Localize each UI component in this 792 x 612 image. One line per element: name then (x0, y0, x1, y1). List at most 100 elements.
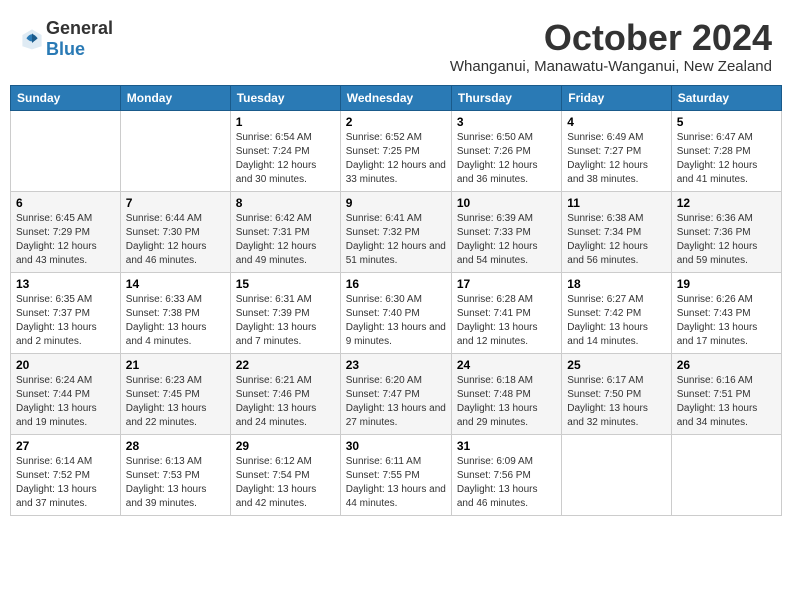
day-number: 17 (457, 277, 556, 291)
day-number: 18 (567, 277, 665, 291)
day-number: 27 (16, 439, 115, 453)
day-number: 2 (346, 115, 446, 129)
day-info: Sunrise: 6:49 AM Sunset: 7:27 PM Dayligh… (567, 131, 665, 187)
day-info: Sunrise: 6:35 AM Sunset: 7:37 PM Dayligh… (16, 293, 115, 349)
calendar-cell: 7Sunrise: 6:44 AM Sunset: 7:30 PM Daylig… (120, 191, 230, 272)
day-info: Sunrise: 6:17 AM Sunset: 7:50 PM Dayligh… (567, 374, 665, 430)
calendar-cell: 13Sunrise: 6:35 AM Sunset: 7:37 PM Dayli… (11, 272, 121, 353)
calendar-cell: 19Sunrise: 6:26 AM Sunset: 7:43 PM Dayli… (671, 272, 781, 353)
day-number: 15 (236, 277, 335, 291)
day-info: Sunrise: 6:27 AM Sunset: 7:42 PM Dayligh… (567, 293, 665, 349)
calendar-cell: 31 Sunrise: 6:09 AM Sunset: 7:56 PM Dayli… (451, 434, 561, 515)
day-info: Sunrise: 6:16 AM Sunset: 7:51 PM Dayligh… (677, 374, 776, 430)
calendar-cell (120, 110, 230, 191)
header: General Blue October 2024 Whanganui, Man… (10, 10, 782, 79)
day-number: 21 (126, 358, 225, 372)
day-number: 12 (677, 196, 776, 210)
day-info: Sunrise: 6:33 AM Sunset: 7:38 PM Dayligh… (126, 293, 225, 349)
calendar-cell (671, 434, 781, 515)
day-number: 9 (346, 196, 446, 210)
weekday-header-tuesday: Tuesday (230, 85, 340, 110)
day-number: 25 (567, 358, 665, 372)
calendar-cell: 20 Sunrise: 6:24 AM Sunset: 7:44 PM Dayli… (11, 353, 121, 434)
week-row-1: 1Sunrise: 6:54 AM Sunset: 7:24 PM Daylig… (11, 110, 782, 191)
day-info: Sunrise: 6:09 AM Sunset: 7:56 PM Dayligh… (457, 455, 556, 511)
week-row-2: 6Sunrise: 6:45 AM Sunset: 7:29 PM Daylig… (11, 191, 782, 272)
day-info: Sunrise: 6:30 AM Sunset: 7:40 PM Dayligh… (346, 293, 446, 349)
calendar-cell: 18 Sunrise: 6:27 AM Sunset: 7:42 PM Dayli… (562, 272, 671, 353)
title-area: October 2024 Whanganui, Manawatu-Wanganu… (450, 18, 772, 75)
calendar-cell: 25 Sunrise: 6:17 AM Sunset: 7:50 PM Dayli… (562, 353, 671, 434)
calendar-cell: 23 Sunrise: 6:20 AM Sunset: 7:47 PM Dayli… (340, 353, 451, 434)
logo: General Blue (20, 18, 113, 60)
day-number: 31 (457, 439, 556, 453)
logo-blue-text: Blue (46, 39, 85, 59)
day-number: 23 (346, 358, 446, 372)
calendar-cell (11, 110, 121, 191)
day-info: Sunrise: 6:54 AM Sunset: 7:24 PM Dayligh… (236, 131, 335, 187)
day-info: Sunrise: 6:13 AM Sunset: 7:53 PM Dayligh… (126, 455, 225, 511)
calendar-cell: 10 Sunrise: 6:39 AM Sunset: 7:33 PM Dayli… (451, 191, 561, 272)
weekday-header-thursday: Thursday (451, 85, 561, 110)
day-info: Sunrise: 6:23 AM Sunset: 7:45 PM Dayligh… (126, 374, 225, 430)
calendar-cell (562, 434, 671, 515)
day-number: 10 (457, 196, 556, 210)
day-number: 16 (346, 277, 446, 291)
calendar-cell: 12 Sunrise: 6:36 AM Sunset: 7:36 PM Dayli… (671, 191, 781, 272)
calendar-cell: 17 Sunrise: 6:28 AM Sunset: 7:41 PM Dayli… (451, 272, 561, 353)
calendar-cell: 15 Sunrise: 6:31 AM Sunset: 7:39 PM Dayli… (230, 272, 340, 353)
day-info: Sunrise: 6:21 AM Sunset: 7:46 PM Dayligh… (236, 374, 335, 430)
calendar-cell: 29Sunrise: 6:12 AM Sunset: 7:54 PM Dayli… (230, 434, 340, 515)
weekday-header-wednesday: Wednesday (340, 85, 451, 110)
day-info: Sunrise: 6:47 AM Sunset: 7:28 PM Dayligh… (677, 131, 776, 187)
weekday-header-friday: Friday (562, 85, 671, 110)
day-info: Sunrise: 6:11 AM Sunset: 7:55 PM Dayligh… (346, 455, 446, 511)
month-title: October 2024 (450, 18, 772, 58)
day-info: Sunrise: 6:20 AM Sunset: 7:47 PM Dayligh… (346, 374, 446, 430)
day-info: Sunrise: 6:24 AM Sunset: 7:44 PM Dayligh… (16, 374, 115, 430)
weekday-header-saturday: Saturday (671, 85, 781, 110)
day-number: 20 (16, 358, 115, 372)
day-info: Sunrise: 6:41 AM Sunset: 7:32 PM Dayligh… (346, 212, 446, 268)
calendar-cell: 24Sunrise: 6:18 AM Sunset: 7:48 PM Dayli… (451, 353, 561, 434)
day-number: 6 (16, 196, 115, 210)
week-row-4: 20 Sunrise: 6:24 AM Sunset: 7:44 PM Dayli… (11, 353, 782, 434)
calendar-cell: 14 Sunrise: 6:33 AM Sunset: 7:38 PM Dayli… (120, 272, 230, 353)
logo-general-text: General (46, 18, 113, 38)
calendar-cell: 22Sunrise: 6:21 AM Sunset: 7:46 PM Dayli… (230, 353, 340, 434)
calendar-cell: 30 Sunrise: 6:11 AM Sunset: 7:55 PM Dayli… (340, 434, 451, 515)
calendar-cell: 6Sunrise: 6:45 AM Sunset: 7:29 PM Daylig… (11, 191, 121, 272)
day-info: Sunrise: 6:39 AM Sunset: 7:33 PM Dayligh… (457, 212, 556, 268)
week-row-5: 27 Sunrise: 6:14 AM Sunset: 7:52 PM Dayli… (11, 434, 782, 515)
day-number: 7 (126, 196, 225, 210)
day-number: 30 (346, 439, 446, 453)
day-number: 4 (567, 115, 665, 129)
day-number: 26 (677, 358, 776, 372)
day-info: Sunrise: 6:12 AM Sunset: 7:54 PM Dayligh… (236, 455, 335, 511)
day-info: Sunrise: 6:31 AM Sunset: 7:39 PM Dayligh… (236, 293, 335, 349)
calendar-cell: 26 Sunrise: 6:16 AM Sunset: 7:51 PM Dayli… (671, 353, 781, 434)
day-info: Sunrise: 6:36 AM Sunset: 7:36 PM Dayligh… (677, 212, 776, 268)
day-number: 11 (567, 196, 665, 210)
day-info: Sunrise: 6:14 AM Sunset: 7:52 PM Dayligh… (16, 455, 115, 511)
day-info: Sunrise: 6:42 AM Sunset: 7:31 PM Dayligh… (236, 212, 335, 268)
weekday-header-monday: Monday (120, 85, 230, 110)
calendar-cell: 16 Sunrise: 6:30 AM Sunset: 7:40 PM Dayli… (340, 272, 451, 353)
day-info: Sunrise: 6:18 AM Sunset: 7:48 PM Dayligh… (457, 374, 556, 430)
week-row-3: 13Sunrise: 6:35 AM Sunset: 7:37 PM Dayli… (11, 272, 782, 353)
weekday-header-sunday: Sunday (11, 85, 121, 110)
calendar: SundayMondayTuesdayWednesdayThursdayFrid… (10, 85, 782, 516)
day-info: Sunrise: 6:28 AM Sunset: 7:41 PM Dayligh… (457, 293, 556, 349)
calendar-cell: 2 Sunrise: 6:52 AM Sunset: 7:25 PM Daylig… (340, 110, 451, 191)
calendar-cell: 11Sunrise: 6:38 AM Sunset: 7:34 PM Dayli… (562, 191, 671, 272)
day-number: 28 (126, 439, 225, 453)
calendar-cell: 8Sunrise: 6:42 AM Sunset: 7:31 PM Daylig… (230, 191, 340, 272)
calendar-cell: 4 Sunrise: 6:49 AM Sunset: 7:27 PM Daylig… (562, 110, 671, 191)
day-number: 3 (457, 115, 556, 129)
day-info: Sunrise: 6:50 AM Sunset: 7:26 PM Dayligh… (457, 131, 556, 187)
calendar-cell: 5 Sunrise: 6:47 AM Sunset: 7:28 PM Daylig… (671, 110, 781, 191)
calendar-cell: 9 Sunrise: 6:41 AM Sunset: 7:32 PM Daylig… (340, 191, 451, 272)
day-number: 14 (126, 277, 225, 291)
day-info: Sunrise: 6:52 AM Sunset: 7:25 PM Dayligh… (346, 131, 446, 187)
day-number: 5 (677, 115, 776, 129)
